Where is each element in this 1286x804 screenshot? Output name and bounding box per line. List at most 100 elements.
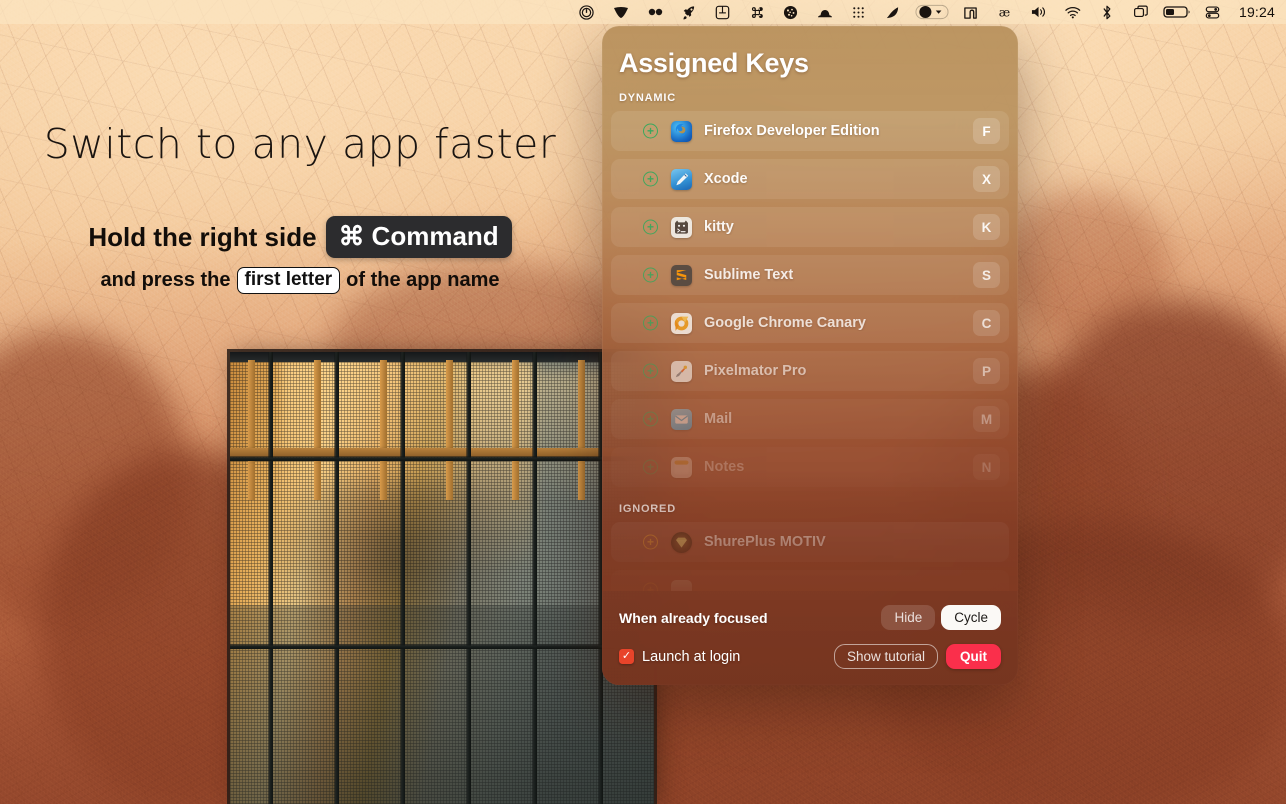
table-row[interactable]: + Mail M (611, 399, 1009, 439)
section-header-dynamic: DYNAMIC (619, 92, 676, 104)
headline-text: Switch to any app faster (43, 120, 557, 168)
bracket-n-icon[interactable] (954, 0, 988, 24)
window-post (512, 360, 519, 500)
add-shortcut-icon[interactable]: + (643, 582, 658, 591)
rocket-launcher-icon[interactable] (672, 0, 706, 24)
app-name: kitty (704, 219, 734, 235)
add-shortcut-icon[interactable]: + (643, 267, 658, 283)
app-name: Sublime Text (704, 267, 794, 283)
sub-line-one: Hold the right side ⌘ Command (0, 216, 600, 258)
table-row[interactable]: + ShurePlus MOTIV (611, 522, 1009, 562)
app-name: ShurePlus MOTIV (704, 534, 826, 550)
focus-behavior-segmented-control[interactable]: Hide Cycle (881, 605, 1001, 630)
quit-button[interactable]: Quit (946, 644, 1001, 669)
table-row[interactable]: + Notes N (611, 447, 1009, 487)
table-row[interactable]: + Google Chrome Canary C (611, 303, 1009, 343)
headline-subtext: Hold the right side ⌘ Command and press … (0, 216, 600, 294)
firefox-developer-edition-icon (671, 120, 692, 142)
assigned-keys-list[interactable]: DYNAMIC + Firefox Developer Edition F + … (602, 79, 1018, 591)
window-mullion (230, 456, 654, 461)
two-dots-icon[interactable] (638, 0, 672, 24)
window-post (446, 360, 453, 500)
key-badge[interactable]: P (973, 358, 1000, 384)
pixelmator-pro-icon (671, 360, 692, 382)
grid-dots-icon[interactable] (842, 0, 876, 24)
table-row[interactable]: + Xcode X (611, 159, 1009, 199)
first-letter-chip: first letter (236, 267, 341, 294)
control-center-icon[interactable] (1196, 0, 1230, 24)
window-tile-icon[interactable] (706, 0, 740, 24)
mail-icon (671, 408, 692, 430)
add-shortcut-icon[interactable]: + (643, 171, 658, 187)
sub-line2-prefix: and press the (100, 269, 231, 291)
kitty-icon (671, 216, 692, 238)
cookie-icon[interactable] (774, 0, 808, 24)
launch-at-login-checkbox-row[interactable]: ✓ Launch at login (619, 649, 740, 665)
app-name: Xcode (704, 171, 748, 187)
do-not-disturb-icon[interactable] (570, 0, 604, 24)
volume-icon[interactable] (1022, 0, 1056, 24)
bowler-hat-icon[interactable] (808, 0, 842, 24)
shureplus-motiv-icon (671, 531, 692, 553)
window-mullion (466, 352, 471, 804)
app-name: Pixelmator Pro (704, 363, 807, 379)
window-lower-shade (230, 605, 654, 804)
window-mullion (400, 352, 405, 804)
key-badge[interactable]: C (973, 310, 1000, 336)
command-key-icon[interactable] (740, 0, 774, 24)
hide-option-button[interactable]: Hide (881, 605, 936, 630)
add-shortcut-icon[interactable]: + (643, 315, 658, 331)
page-title: Assigned Keys (619, 48, 809, 78)
google-chrome-canary-icon (671, 312, 692, 334)
ae-ligature-icon[interactable]: æ (988, 0, 1022, 24)
notes-icon (671, 456, 692, 478)
screen-mirroring-icon[interactable] (1124, 0, 1158, 24)
show-tutorial-button[interactable]: Show tutorial (833, 644, 938, 669)
key-badge[interactable]: N (973, 454, 1000, 480)
add-shortcut-icon[interactable]: + (643, 411, 658, 427)
sub-line2-suffix: of the app name (346, 269, 500, 291)
app-name: Google Chrome Canary (704, 315, 866, 331)
window-post (314, 360, 321, 500)
swish-arrow-icon[interactable] (876, 0, 910, 24)
key-badge[interactable]: K (973, 214, 1000, 240)
add-shortcut-icon[interactable]: + (643, 363, 658, 379)
key-badge[interactable]: F (973, 118, 1000, 144)
table-row[interactable]: + Firefox Developer Edition F (611, 111, 1009, 151)
add-shortcut-icon[interactable]: + (643, 123, 658, 139)
table-row[interactable]: + Sublime Text S (611, 255, 1009, 295)
app-name: Notes (704, 459, 745, 475)
black-dot-dropdown-icon[interactable] (910, 0, 954, 24)
window-mullion (230, 644, 654, 649)
table-row[interactable]: + kitty K (611, 207, 1009, 247)
window-post (248, 360, 255, 500)
key-badge[interactable]: S (973, 262, 1000, 288)
command-key-chip: ⌘ Command (325, 216, 512, 258)
menu-bar-clock[interactable]: 19:24 (1230, 4, 1277, 20)
svg-text:æ: æ (999, 5, 1010, 19)
table-row[interactable]: + (611, 570, 1009, 591)
checkmark-icon[interactable]: ✓ (619, 649, 634, 664)
sublime-text-icon (671, 264, 692, 286)
window-mullion (532, 352, 537, 804)
key-badge[interactable]: M (973, 406, 1000, 432)
table-row[interactable]: + Pixelmator Pro P (611, 351, 1009, 391)
cycle-option-button[interactable]: Cycle (941, 605, 1001, 630)
launch-at-login-label: Launch at login (642, 648, 741, 665)
key-badge[interactable]: X (973, 166, 1000, 192)
sub-prefix-text: Hold the right side (88, 221, 317, 252)
command-symbol-icon: ⌘ (338, 221, 365, 251)
barred-window (230, 352, 654, 804)
add-shortcut-icon[interactable]: + (643, 534, 658, 550)
add-shortcut-icon[interactable]: + (643, 459, 658, 475)
wifi-icon[interactable] (1056, 0, 1090, 24)
command-key-label: Command (371, 221, 499, 251)
focus-behavior-label: When already focused (619, 609, 768, 626)
add-shortcut-icon[interactable]: + (643, 219, 658, 235)
wifi-menu-shell-icon[interactable] (604, 0, 638, 24)
battery-icon[interactable] (1158, 0, 1196, 24)
app-name: Firefox Developer Edition (704, 123, 880, 139)
bluetooth-icon[interactable] (1090, 0, 1124, 24)
footer-action-buttons: Show tutorial Quit (833, 644, 1001, 669)
window-mullion (268, 352, 273, 804)
